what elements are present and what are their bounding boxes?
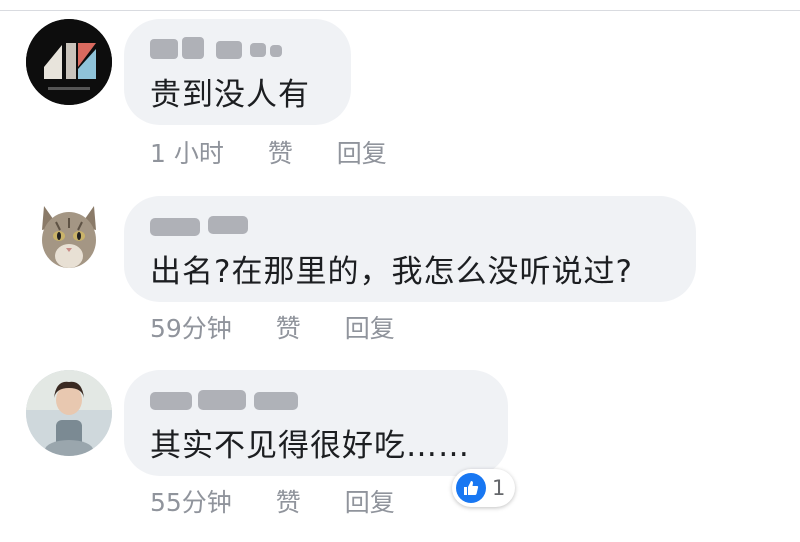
avatar[interactable] [26, 19, 112, 105]
avatar[interactable] [26, 370, 112, 456]
profile-photo-icon [26, 370, 112, 456]
avatar[interactable] [26, 196, 112, 282]
like-link[interactable]: 赞 [276, 483, 301, 519]
reaction-count: 1 [492, 476, 506, 500]
comment-meta: 1 小时 赞 回复 [150, 134, 423, 170]
like-link[interactable]: 赞 [276, 309, 301, 345]
comment-bubble: 出名?在那里的，我怎么没听说过? [124, 196, 696, 302]
timestamp[interactable]: 59分钟 [150, 309, 232, 345]
timestamp[interactable]: 1 小时 [150, 134, 224, 170]
reaction-badge[interactable]: 1 [452, 469, 516, 507]
reply-link[interactable]: 回复 [345, 309, 395, 345]
reply-link[interactable]: 回复 [345, 483, 395, 519]
comment-bubble: 其实不见得很好吃…… [124, 370, 508, 476]
top-divider [0, 0, 800, 11]
logo-avatar-icon [26, 19, 112, 105]
comment-bubble: 贵到没人有 [124, 19, 351, 125]
comment-text: 其实不见得很好吃…… [150, 428, 470, 464]
like-link[interactable]: 赞 [268, 134, 293, 170]
comment-meta: 59分钟 赞 回复 [150, 309, 431, 345]
comment-text: 贵到没人有 [150, 77, 310, 113]
thumbs-up-icon [456, 473, 486, 503]
comment-meta: 55分钟 赞 回复 [150, 483, 431, 519]
reply-link[interactable]: 回复 [337, 134, 387, 170]
author-name-blurred[interactable] [146, 210, 256, 240]
author-name-blurred[interactable] [146, 384, 306, 414]
comment-text: 出名?在那里的，我怎么没听说过? [150, 254, 633, 290]
cat-avatar-icon [26, 196, 112, 282]
timestamp[interactable]: 55分钟 [150, 483, 232, 519]
author-name-blurred[interactable] [146, 33, 286, 63]
